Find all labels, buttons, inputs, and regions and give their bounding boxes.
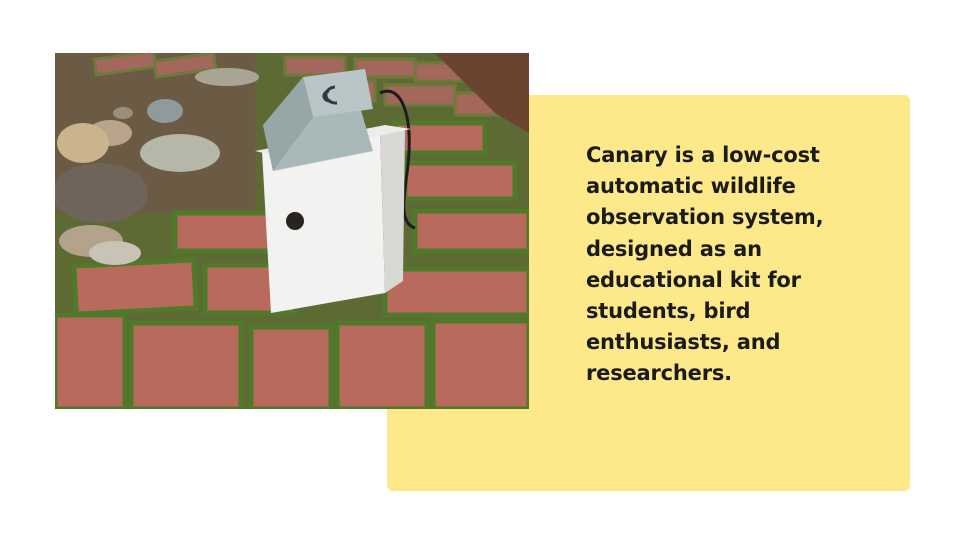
caption-text: Canary is a low-cost automatic wildlife …: [586, 143, 824, 386]
birdhouse-photo: [55, 53, 529, 409]
